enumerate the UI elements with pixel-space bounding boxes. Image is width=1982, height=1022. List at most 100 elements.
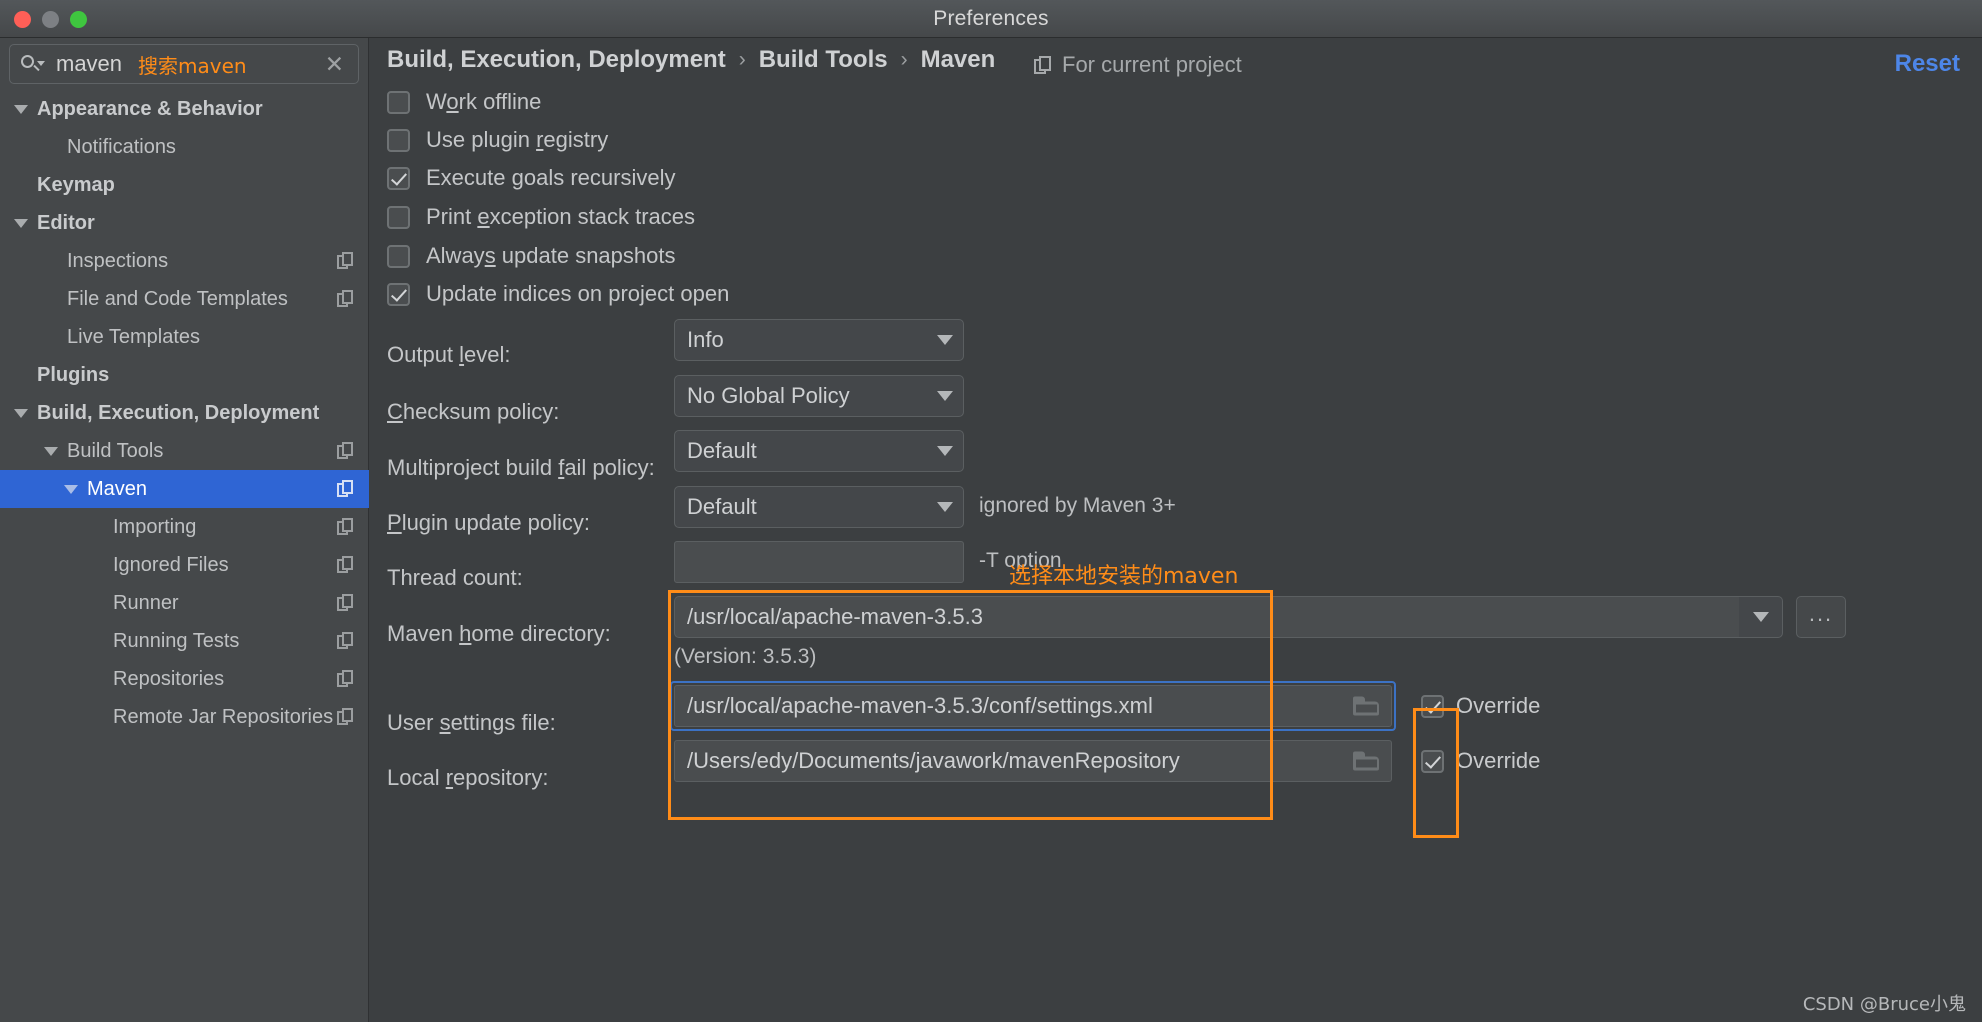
sidebar-item-label: Appearance & Behavior bbox=[37, 97, 263, 120]
sidebar-item-label: Editor bbox=[37, 211, 95, 234]
maven-home-label: Maven home directory: bbox=[387, 621, 611, 646]
sidebar-item-label: Inspections bbox=[67, 249, 169, 272]
search-input[interactable]: maven 搜索maven ✕ bbox=[9, 44, 359, 84]
copy-settings-icon[interactable] bbox=[337, 480, 355, 498]
folder-icon[interactable] bbox=[1353, 751, 1379, 771]
checkbox-row-always-update-snapshots[interactable]: Always update snapshots bbox=[387, 240, 676, 272]
sidebar-item-file-and-code-templates[interactable]: File and Code Templates bbox=[0, 280, 369, 318]
close-window-button[interactable] bbox=[14, 11, 31, 28]
sidebar-item-ignored-files[interactable]: Ignored Files bbox=[0, 546, 369, 584]
window-title: Preferences bbox=[933, 6, 1049, 30]
chevron-down-icon[interactable] bbox=[14, 408, 28, 418]
user-settings-input[interactable]: /usr/local/apache-maven-3.5.3/conf/setti… bbox=[674, 685, 1392, 727]
settings-tree: Appearance & Behavior Notifications Keymap… bbox=[0, 90, 369, 736]
checkbox-execute-goals-recursively[interactable] bbox=[387, 166, 410, 190]
sidebar-item-remote-jar-repositories[interactable]: Remote Jar Repositories bbox=[0, 698, 369, 736]
checkbox-print-exception-stack-traces[interactable] bbox=[387, 205, 410, 229]
local-repository-override[interactable]: Override bbox=[1421, 748, 1540, 774]
checkbox-row-execute-goals-recursively[interactable]: Execute goals recursively bbox=[387, 162, 675, 194]
checkbox-row-print-exception-stack-traces[interactable]: Print exception stack traces bbox=[387, 201, 695, 233]
window-controls bbox=[14, 11, 87, 28]
sidebar-item-label: Remote Jar Repositories bbox=[113, 705, 334, 728]
chevron-down-icon[interactable] bbox=[14, 104, 28, 114]
sidebar-item-build-execution-deployment[interactable]: Build, Execution, Deployment bbox=[0, 394, 369, 432]
sidebar-item-label: Running Tests bbox=[113, 629, 240, 652]
checkbox-row-work-offline[interactable]: Work offline bbox=[387, 86, 541, 118]
user-settings-override[interactable]: Override bbox=[1421, 693, 1540, 719]
search-icon bbox=[20, 53, 45, 75]
copy-settings-icon[interactable] bbox=[337, 252, 355, 270]
chevron-down-icon[interactable] bbox=[14, 218, 28, 228]
copy-settings-icon[interactable] bbox=[337, 556, 355, 574]
local-repository-override-checkbox[interactable] bbox=[1421, 749, 1444, 773]
checkbox-row-use-plugin-registry[interactable]: Use plugin registry bbox=[387, 124, 608, 156]
sidebar-item-label: Runner bbox=[113, 591, 179, 614]
copy-settings-icon[interactable] bbox=[337, 594, 355, 612]
minimize-window-button[interactable] bbox=[42, 11, 59, 28]
multiproject-fail-policy-select[interactable]: Default bbox=[674, 430, 964, 472]
sidebar-item-running-tests[interactable]: Running Tests bbox=[0, 622, 369, 660]
user-settings-label: User settings file: bbox=[387, 710, 556, 735]
title-bar: Preferences bbox=[0, 0, 1982, 38]
chevron-down-icon bbox=[937, 502, 953, 512]
copy-settings-icon[interactable] bbox=[337, 290, 355, 308]
sidebar-item-label: Keymap bbox=[37, 173, 115, 196]
sidebar-item-inspections[interactable]: Inspections bbox=[0, 242, 369, 280]
search-value: maven bbox=[56, 51, 123, 76]
chevron-down-icon[interactable] bbox=[44, 446, 58, 456]
sidebar-item-build-tools[interactable]: Build Tools bbox=[0, 432, 369, 470]
sidebar-item-repositories[interactable]: Repositories bbox=[0, 660, 369, 698]
preferences-window: Preferences maven 搜索maven ✕ Appearance &… bbox=[0, 0, 1982, 1022]
copy-settings-icon[interactable] bbox=[337, 670, 355, 688]
sidebar-item-editor[interactable]: Editor bbox=[0, 204, 369, 242]
checksum-policy-select[interactable]: No Global Policy bbox=[674, 375, 964, 417]
copy-settings-icon[interactable] bbox=[337, 518, 355, 536]
sidebar-item-live-templates[interactable]: Live Templates bbox=[0, 318, 369, 356]
maven-home-input[interactable]: /usr/local/apache-maven-3.5.3 bbox=[674, 596, 1739, 638]
chevron-down-icon bbox=[937, 391, 953, 401]
local-repository-value: /Users/edy/Documents/javawork/mavenRepos… bbox=[687, 748, 1180, 773]
sidebar-item-plugins[interactable]: Plugins bbox=[0, 356, 369, 394]
sidebar-item-keymap[interactable]: Keymap bbox=[0, 166, 369, 204]
copy-settings-icon[interactable] bbox=[337, 442, 355, 460]
user-settings-value: /usr/local/apache-maven-3.5.3/conf/setti… bbox=[687, 693, 1153, 718]
chevron-down-icon[interactable] bbox=[64, 484, 78, 494]
checksum-policy-label: Checksum policy: bbox=[387, 399, 560, 424]
sidebar-item-maven[interactable]: Maven bbox=[0, 470, 369, 508]
user-settings-override-label: Override bbox=[1456, 693, 1541, 718]
sidebar-item-notifications[interactable]: Notifications bbox=[0, 128, 369, 166]
sidebar-item-label: Notifications bbox=[67, 135, 176, 158]
copy-settings-icon[interactable] bbox=[337, 632, 355, 650]
thread-count-input[interactable] bbox=[674, 541, 964, 583]
maven-home-dropdown-button[interactable] bbox=[1739, 596, 1783, 638]
output-level-row: Output level: bbox=[387, 334, 511, 376]
clear-search-icon[interactable]: ✕ bbox=[319, 52, 350, 76]
checkbox-row-update-indices-on-project-open[interactable]: Update indices on project open bbox=[387, 278, 729, 310]
sidebar-item-label: Plugins bbox=[37, 363, 110, 386]
sidebar-item-runner[interactable]: Runner bbox=[0, 584, 369, 622]
local-repository-input[interactable]: /Users/edy/Documents/javawork/mavenRepos… bbox=[674, 740, 1392, 782]
reset-link[interactable]: Reset bbox=[1895, 50, 1960, 78]
maven-home-browse-button[interactable]: ... bbox=[1796, 596, 1846, 638]
user-settings-override-checkbox[interactable] bbox=[1421, 694, 1444, 718]
breadcrumb-separator-0: › bbox=[738, 48, 746, 71]
checkbox-always-update-snapshots[interactable] bbox=[387, 244, 410, 268]
sidebar-item-importing[interactable]: Importing bbox=[0, 508, 369, 546]
checkbox-update-indices-on-project-open[interactable] bbox=[387, 282, 410, 306]
zoom-window-button[interactable] bbox=[70, 11, 87, 28]
breadcrumb-item-1[interactable]: Build Tools bbox=[759, 46, 888, 74]
output-level-select[interactable]: Info bbox=[674, 319, 964, 361]
folder-icon[interactable] bbox=[1353, 696, 1379, 716]
breadcrumb-item-0[interactable]: Build, Execution, Deployment bbox=[387, 46, 726, 74]
maven-home-row: Maven home directory: bbox=[387, 613, 611, 655]
checkbox-work-offline[interactable] bbox=[387, 90, 410, 114]
multiproject-fail-policy-label: Multiproject build fail policy: bbox=[387, 455, 655, 480]
sidebar-item-label: Build Tools bbox=[67, 439, 164, 462]
plugin-update-policy-select[interactable]: Default bbox=[674, 486, 964, 528]
search-annotation: 搜索maven bbox=[138, 53, 247, 78]
copy-settings-icon[interactable] bbox=[337, 708, 355, 726]
sidebar-item-appearance-behavior[interactable]: Appearance & Behavior bbox=[0, 90, 369, 128]
sidebar-item-label: Build, Execution, Deployment bbox=[37, 401, 320, 424]
checkbox-use-plugin-registry[interactable] bbox=[387, 128, 410, 152]
sidebar-item-label: Repositories bbox=[113, 667, 225, 690]
